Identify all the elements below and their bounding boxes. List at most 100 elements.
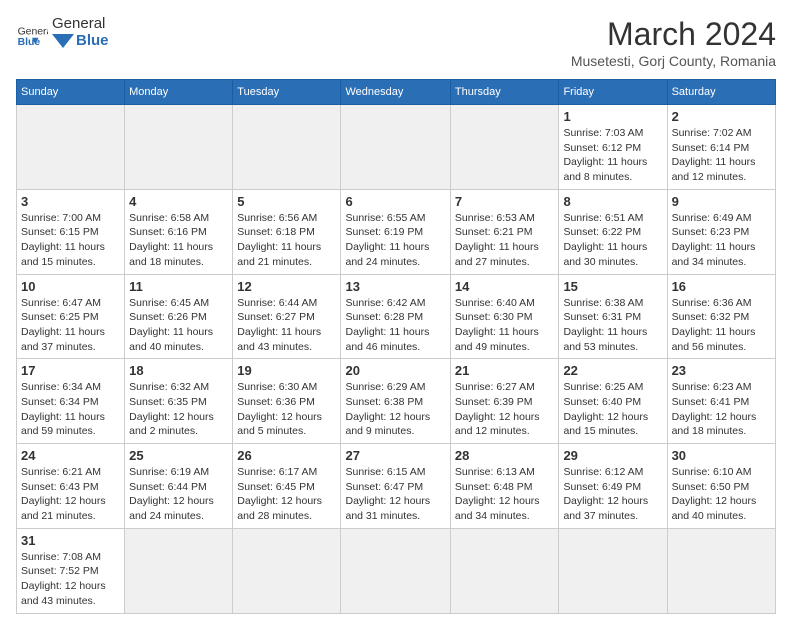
day-number: 2 bbox=[672, 109, 771, 124]
calendar-cell bbox=[341, 105, 450, 190]
day-info: Sunrise: 6:58 AM Sunset: 6:16 PM Dayligh… bbox=[129, 211, 228, 270]
logo-general: General bbox=[52, 16, 109, 33]
calendar-cell: 18 Sunrise: 6:32 AM Sunset: 6:35 PM Dayli… bbox=[125, 359, 233, 444]
calendar-cell: 28 Sunrise: 6:13 AM Sunset: 6:48 PM Dayli… bbox=[450, 444, 559, 529]
calendar-week-row: 3 Sunrise: 7:00 AM Sunset: 6:15 PM Daylig… bbox=[17, 189, 776, 274]
day-number: 18 bbox=[129, 363, 228, 378]
day-number: 13 bbox=[345, 279, 445, 294]
day-number: 4 bbox=[129, 194, 228, 209]
calendar-cell bbox=[450, 105, 559, 190]
calendar-cell: 12Sunrise: 6:44 AM Sunset: 6:27 PM Dayli… bbox=[233, 274, 341, 359]
calendar-cell: 10 Sunrise: 6:47 AM Sunset: 6:25 PM Dayli… bbox=[17, 274, 125, 359]
day-number: 25 bbox=[129, 448, 228, 463]
calendar-cell bbox=[341, 528, 450, 613]
logo: General Blue General Blue bbox=[16, 16, 109, 49]
day-info: Sunrise: 6:25 AM Sunset: 6:40 PM Dayligh… bbox=[563, 380, 662, 439]
calendar-cell: 15Sunrise: 6:38 AM Sunset: 6:31 PM Dayli… bbox=[559, 274, 667, 359]
day-number: 12 bbox=[237, 279, 336, 294]
day-number: 28 bbox=[455, 448, 555, 463]
day-info: Sunrise: 6:27 AM Sunset: 6:39 PM Dayligh… bbox=[455, 380, 555, 439]
day-info: Sunrise: 6:19 AM Sunset: 6:44 PM Dayligh… bbox=[129, 465, 228, 524]
day-number: 26 bbox=[237, 448, 336, 463]
day-info: Sunrise: 7:08 AM Sunset: 7:52 PM Dayligh… bbox=[21, 550, 120, 609]
calendar-cell: 30Sunrise: 6:10 AM Sunset: 6:50 PM Dayli… bbox=[667, 444, 775, 529]
calendar-cell: 13Sunrise: 6:42 AM Sunset: 6:28 PM Dayli… bbox=[341, 274, 450, 359]
calendar-cell: 2Sunrise: 7:02 AM Sunset: 6:14 PM Daylig… bbox=[667, 105, 775, 190]
calendar-cell: 4 Sunrise: 6:58 AM Sunset: 6:16 PM Daylig… bbox=[125, 189, 233, 274]
day-number: 16 bbox=[672, 279, 771, 294]
svg-text:General: General bbox=[18, 26, 48, 37]
month-title: March 2024 bbox=[571, 16, 776, 53]
day-info: Sunrise: 6:49 AM Sunset: 6:23 PM Dayligh… bbox=[672, 211, 771, 270]
calendar-cell: 17Sunrise: 6:34 AM Sunset: 6:34 PM Dayli… bbox=[17, 359, 125, 444]
weekday-header-row: SundayMondayTuesdayWednesdayThursdayFrid… bbox=[17, 80, 776, 105]
calendar-cell: 3 Sunrise: 7:00 AM Sunset: 6:15 PM Daylig… bbox=[17, 189, 125, 274]
day-number: 7 bbox=[455, 194, 555, 209]
day-number: 24 bbox=[21, 448, 120, 463]
weekday-header-friday: Friday bbox=[559, 80, 667, 105]
calendar-cell: 6 Sunrise: 6:55 AM Sunset: 6:19 PM Daylig… bbox=[341, 189, 450, 274]
calendar-cell bbox=[17, 105, 125, 190]
day-info: Sunrise: 6:17 AM Sunset: 6:45 PM Dayligh… bbox=[237, 465, 336, 524]
logo-blue-triangle bbox=[52, 34, 74, 48]
weekday-header-wednesday: Wednesday bbox=[341, 80, 450, 105]
calendar-cell: 27Sunrise: 6:15 AM Sunset: 6:47 PM Dayli… bbox=[341, 444, 450, 529]
calendar-cell: 9Sunrise: 6:49 AM Sunset: 6:23 PM Daylig… bbox=[667, 189, 775, 274]
calendar-week-row: 1Sunrise: 7:03 AM Sunset: 6:12 PM Daylig… bbox=[17, 105, 776, 190]
day-number: 5 bbox=[237, 194, 336, 209]
calendar-cell bbox=[125, 105, 233, 190]
day-number: 14 bbox=[455, 279, 555, 294]
day-info: Sunrise: 6:29 AM Sunset: 6:38 PM Dayligh… bbox=[345, 380, 445, 439]
calendar-cell bbox=[233, 105, 341, 190]
day-info: Sunrise: 6:56 AM Sunset: 6:18 PM Dayligh… bbox=[237, 211, 336, 270]
day-number: 31 bbox=[21, 533, 120, 548]
day-number: 23 bbox=[672, 363, 771, 378]
day-number: 8 bbox=[563, 194, 662, 209]
calendar-cell: 1Sunrise: 7:03 AM Sunset: 6:12 PM Daylig… bbox=[559, 105, 667, 190]
day-info: Sunrise: 6:34 AM Sunset: 6:34 PM Dayligh… bbox=[21, 380, 120, 439]
calendar-cell: 24Sunrise: 6:21 AM Sunset: 6:43 PM Dayli… bbox=[17, 444, 125, 529]
day-info: Sunrise: 6:15 AM Sunset: 6:47 PM Dayligh… bbox=[345, 465, 445, 524]
page-header: General Blue General Blue March 2024 Mus… bbox=[16, 16, 776, 69]
calendar-cell: 8 Sunrise: 6:51 AM Sunset: 6:22 PM Daylig… bbox=[559, 189, 667, 274]
day-info: Sunrise: 6:53 AM Sunset: 6:21 PM Dayligh… bbox=[455, 211, 555, 270]
day-info: Sunrise: 6:13 AM Sunset: 6:48 PM Dayligh… bbox=[455, 465, 555, 524]
calendar-week-row: 10 Sunrise: 6:47 AM Sunset: 6:25 PM Dayli… bbox=[17, 274, 776, 359]
day-info: Sunrise: 6:23 AM Sunset: 6:41 PM Dayligh… bbox=[672, 380, 771, 439]
day-info: Sunrise: 6:30 AM Sunset: 6:36 PM Dayligh… bbox=[237, 380, 336, 439]
day-info: Sunrise: 6:32 AM Sunset: 6:35 PM Dayligh… bbox=[129, 380, 228, 439]
calendar-cell: 26 Sunrise: 6:17 AM Sunset: 6:45 PM Dayli… bbox=[233, 444, 341, 529]
day-info: Sunrise: 7:03 AM Sunset: 6:12 PM Dayligh… bbox=[563, 126, 662, 185]
weekday-header-saturday: Saturday bbox=[667, 80, 775, 105]
day-info: Sunrise: 6:55 AM Sunset: 6:19 PM Dayligh… bbox=[345, 211, 445, 270]
day-number: 22 bbox=[563, 363, 662, 378]
svg-text:Blue: Blue bbox=[18, 37, 41, 48]
day-info: Sunrise: 6:47 AM Sunset: 6:25 PM Dayligh… bbox=[21, 296, 120, 355]
day-info: Sunrise: 6:36 AM Sunset: 6:32 PM Dayligh… bbox=[672, 296, 771, 355]
calendar-week-row: 24Sunrise: 6:21 AM Sunset: 6:43 PM Dayli… bbox=[17, 444, 776, 529]
calendar-cell: 19Sunrise: 6:30 AM Sunset: 6:36 PM Dayli… bbox=[233, 359, 341, 444]
day-info: Sunrise: 6:45 AM Sunset: 6:26 PM Dayligh… bbox=[129, 296, 228, 355]
weekday-header-tuesday: Tuesday bbox=[233, 80, 341, 105]
calendar-cell: 11Sunrise: 6:45 AM Sunset: 6:26 PM Dayli… bbox=[125, 274, 233, 359]
calendar-cell: 29Sunrise: 6:12 AM Sunset: 6:49 PM Dayli… bbox=[559, 444, 667, 529]
calendar-cell bbox=[667, 528, 775, 613]
day-info: Sunrise: 6:51 AM Sunset: 6:22 PM Dayligh… bbox=[563, 211, 662, 270]
day-number: 6 bbox=[345, 194, 445, 209]
calendar-cell: 5 Sunrise: 6:56 AM Sunset: 6:18 PM Daylig… bbox=[233, 189, 341, 274]
location-subtitle: Musetesti, Gorj County, Romania bbox=[571, 53, 776, 69]
day-info: Sunrise: 7:00 AM Sunset: 6:15 PM Dayligh… bbox=[21, 211, 120, 270]
day-number: 3 bbox=[21, 194, 120, 209]
calendar-cell: 25 Sunrise: 6:19 AM Sunset: 6:44 PM Dayli… bbox=[125, 444, 233, 529]
calendar-table: SundayMondayTuesdayWednesdayThursdayFrid… bbox=[16, 79, 776, 614]
weekday-header-thursday: Thursday bbox=[450, 80, 559, 105]
calendar-cell: 22 Sunrise: 6:25 AM Sunset: 6:40 PM Dayli… bbox=[559, 359, 667, 444]
day-number: 10 bbox=[21, 279, 120, 294]
day-number: 30 bbox=[672, 448, 771, 463]
calendar-week-row: 17Sunrise: 6:34 AM Sunset: 6:34 PM Dayli… bbox=[17, 359, 776, 444]
day-info: Sunrise: 6:12 AM Sunset: 6:49 PM Dayligh… bbox=[563, 465, 662, 524]
calendar-cell bbox=[125, 528, 233, 613]
calendar-cell bbox=[559, 528, 667, 613]
calendar-cell: 16 Sunrise: 6:36 AM Sunset: 6:32 PM Dayli… bbox=[667, 274, 775, 359]
calendar-cell: 21Sunrise: 6:27 AM Sunset: 6:39 PM Dayli… bbox=[450, 359, 559, 444]
